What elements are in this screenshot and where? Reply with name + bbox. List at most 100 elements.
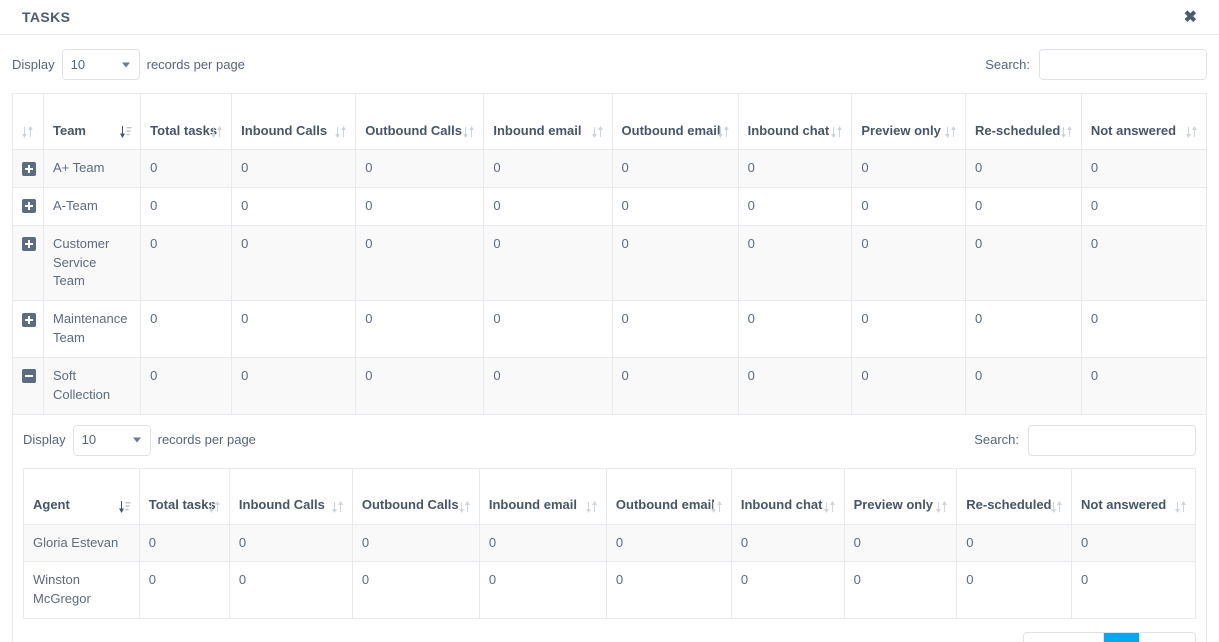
cell-inbound-calls: 0	[231, 186, 357, 226]
sort-icon	[710, 500, 723, 514]
cell-inbound-calls: 0	[231, 356, 357, 415]
column-header-inbound-chat[interactable]: Inbound chat	[730, 468, 845, 525]
expand-icon[interactable]	[22, 199, 36, 214]
column-header-re-scheduled[interactable]: Re-scheduled	[956, 468, 1072, 525]
outer-page-length-select[interactable]: 10	[61, 49, 140, 80]
column-header-expand[interactable]	[12, 93, 44, 150]
cell-inbound-email: 0	[483, 224, 613, 302]
sort-icon	[944, 125, 957, 139]
expand-icon[interactable]	[22, 161, 36, 176]
cell-inbound-email: 0	[483, 300, 613, 358]
expand-icon[interactable]	[22, 237, 36, 252]
child-search-input[interactable]	[1028, 424, 1196, 456]
table-row[interactable]: Gloria Estevan 0 0 0 0 0 0 0 0 0	[23, 523, 1197, 563]
expand-row-cell[interactable]	[12, 224, 44, 302]
column-header-outbound-email[interactable]: Outbound email	[611, 93, 739, 150]
column-header-team[interactable]: Team	[42, 93, 142, 150]
cell-outbound-calls: 0	[355, 224, 485, 302]
column-header-preview-only[interactable]: Preview only	[843, 468, 958, 525]
cell-preview-only: 0	[851, 300, 967, 358]
table-row[interactable]: Winston McGregor 0 0 0 0 0 0 0 0 0	[23, 561, 1197, 620]
cell-total-tasks: 0	[140, 224, 233, 302]
column-label: Inbound Calls	[238, 497, 325, 513]
cell-re-scheduled: 0	[956, 523, 1072, 563]
cell-inbound-email: 0	[478, 523, 607, 563]
search-label: Search:	[985, 57, 1030, 72]
column-label: Outbound email	[621, 122, 721, 138]
child-table-toolbar: Display 10 records per page Search:	[23, 424, 1196, 456]
child-page-length-select[interactable]: 10	[72, 424, 151, 456]
pagination-next-button[interactable]: Next	[1140, 633, 1195, 642]
cell-total-tasks: 0	[138, 523, 230, 563]
table-row[interactable]: Customer Service Team 0 0 0 0 0 0 0 0 0	[12, 224, 1208, 302]
cell-re-scheduled: 0	[965, 186, 1082, 226]
cell-outbound-calls: 0	[351, 561, 480, 620]
table-row[interactable]: A-Team 0 0 0 0 0 0 0 0 0	[12, 186, 1208, 226]
cell-outbound-email: 0	[611, 300, 739, 358]
cell-team: Customer Service Team	[42, 224, 142, 302]
records-per-page-label: records per page	[157, 431, 256, 447]
cell-agent: Winston McGregor	[23, 561, 140, 620]
column-header-not-answered[interactable]: Not answered	[1070, 468, 1197, 525]
cell-preview-only: 0	[851, 356, 967, 415]
table-row[interactable]: A+ Team 0 0 0 0 0 0 0 0 0	[12, 149, 1208, 188]
table-row[interactable]: Maintenance Team 0 0 0 0 0 0 0 0 0	[12, 300, 1208, 358]
column-header-outbound-calls[interactable]: Outbound Calls	[351, 468, 480, 525]
cell-preview-only: 0	[851, 224, 967, 302]
cell-re-scheduled: 0	[965, 149, 1082, 188]
outer-search-input[interactable]	[1039, 49, 1207, 80]
cell-total-tasks: 0	[140, 356, 233, 415]
column-header-inbound-calls[interactable]: Inbound Calls	[228, 468, 353, 525]
column-label: Preview only	[853, 497, 934, 513]
expand-row-cell[interactable]	[12, 186, 44, 226]
column-label: Outbound email	[615, 497, 715, 513]
expand-row-cell[interactable]	[12, 300, 44, 358]
cell-not-answered: 0	[1070, 561, 1197, 620]
pagination-page-1-button[interactable]: 1	[1104, 633, 1141, 642]
close-icon[interactable]: ✖	[1180, 8, 1201, 28]
column-header-agent[interactable]: Agent	[23, 468, 140, 525]
cell-inbound-calls: 0	[228, 523, 353, 563]
cell-outbound-email: 0	[611, 224, 739, 302]
cell-outbound-email: 0	[611, 149, 739, 188]
column-header-inbound-email[interactable]: Inbound email	[483, 93, 613, 150]
table-row[interactable]: Soft Collection 0 0 0 0 0 0 0 0 0	[12, 356, 1208, 415]
agents-table-header-row: Agent Total tasks Inbound Calls Outbound…	[23, 468, 1197, 525]
sort-asc-icon	[118, 500, 131, 514]
column-header-outbound-email[interactable]: Outbound email	[605, 468, 732, 525]
cell-preview-only: 0	[843, 561, 958, 620]
column-label: Inbound email	[488, 497, 577, 513]
collapse-icon[interactable]	[22, 369, 36, 384]
column-header-re-scheduled[interactable]: Re-scheduled	[965, 93, 1082, 150]
column-label: Outbound Calls	[365, 122, 462, 138]
search-label: Search:	[974, 431, 1019, 447]
cell-inbound-chat: 0	[730, 561, 845, 620]
column-header-total-tasks[interactable]: Total tasks	[138, 468, 230, 525]
expand-icon[interactable]	[22, 312, 36, 327]
column-header-inbound-email[interactable]: Inbound email	[478, 468, 607, 525]
column-label: Not answered	[1080, 497, 1167, 513]
child-detail-cell: Display 10 records per page Search: Agen…	[12, 413, 1207, 642]
cell-outbound-email: 0	[611, 356, 739, 415]
pagination-previous-button[interactable]: Previous	[1024, 633, 1105, 642]
chevron-down-icon	[121, 62, 130, 67]
panel-header: TASKS ✖	[0, 0, 1219, 35]
cell-preview-only: 0	[851, 149, 967, 188]
column-header-outbound-calls[interactable]: Outbound Calls	[355, 93, 485, 150]
cell-outbound-email: 0	[605, 561, 732, 620]
collapse-row-cell[interactable]	[12, 356, 44, 415]
cell-re-scheduled: 0	[965, 356, 1082, 415]
column-header-total-tasks[interactable]: Total tasks	[140, 93, 233, 150]
cell-outbound-calls: 0	[351, 523, 480, 563]
column-header-preview-only[interactable]: Preview only	[851, 93, 967, 150]
child-table-footer: Showing 1 to 2 of 2 entries Previous 1 N…	[23, 632, 1196, 642]
panel-body: Display 10 records per page Search: Team…	[0, 35, 1219, 642]
sort-icon	[830, 125, 843, 139]
expand-row-cell[interactable]	[12, 149, 44, 188]
cell-team: A+ Team	[42, 149, 142, 188]
column-header-not-answered[interactable]: Not answered	[1080, 93, 1208, 150]
sort-icon	[21, 125, 34, 139]
column-header-inbound-calls[interactable]: Inbound Calls	[231, 93, 357, 150]
column-header-inbound-chat[interactable]: Inbound chat	[737, 93, 853, 150]
column-label: Outbound Calls	[361, 497, 459, 513]
